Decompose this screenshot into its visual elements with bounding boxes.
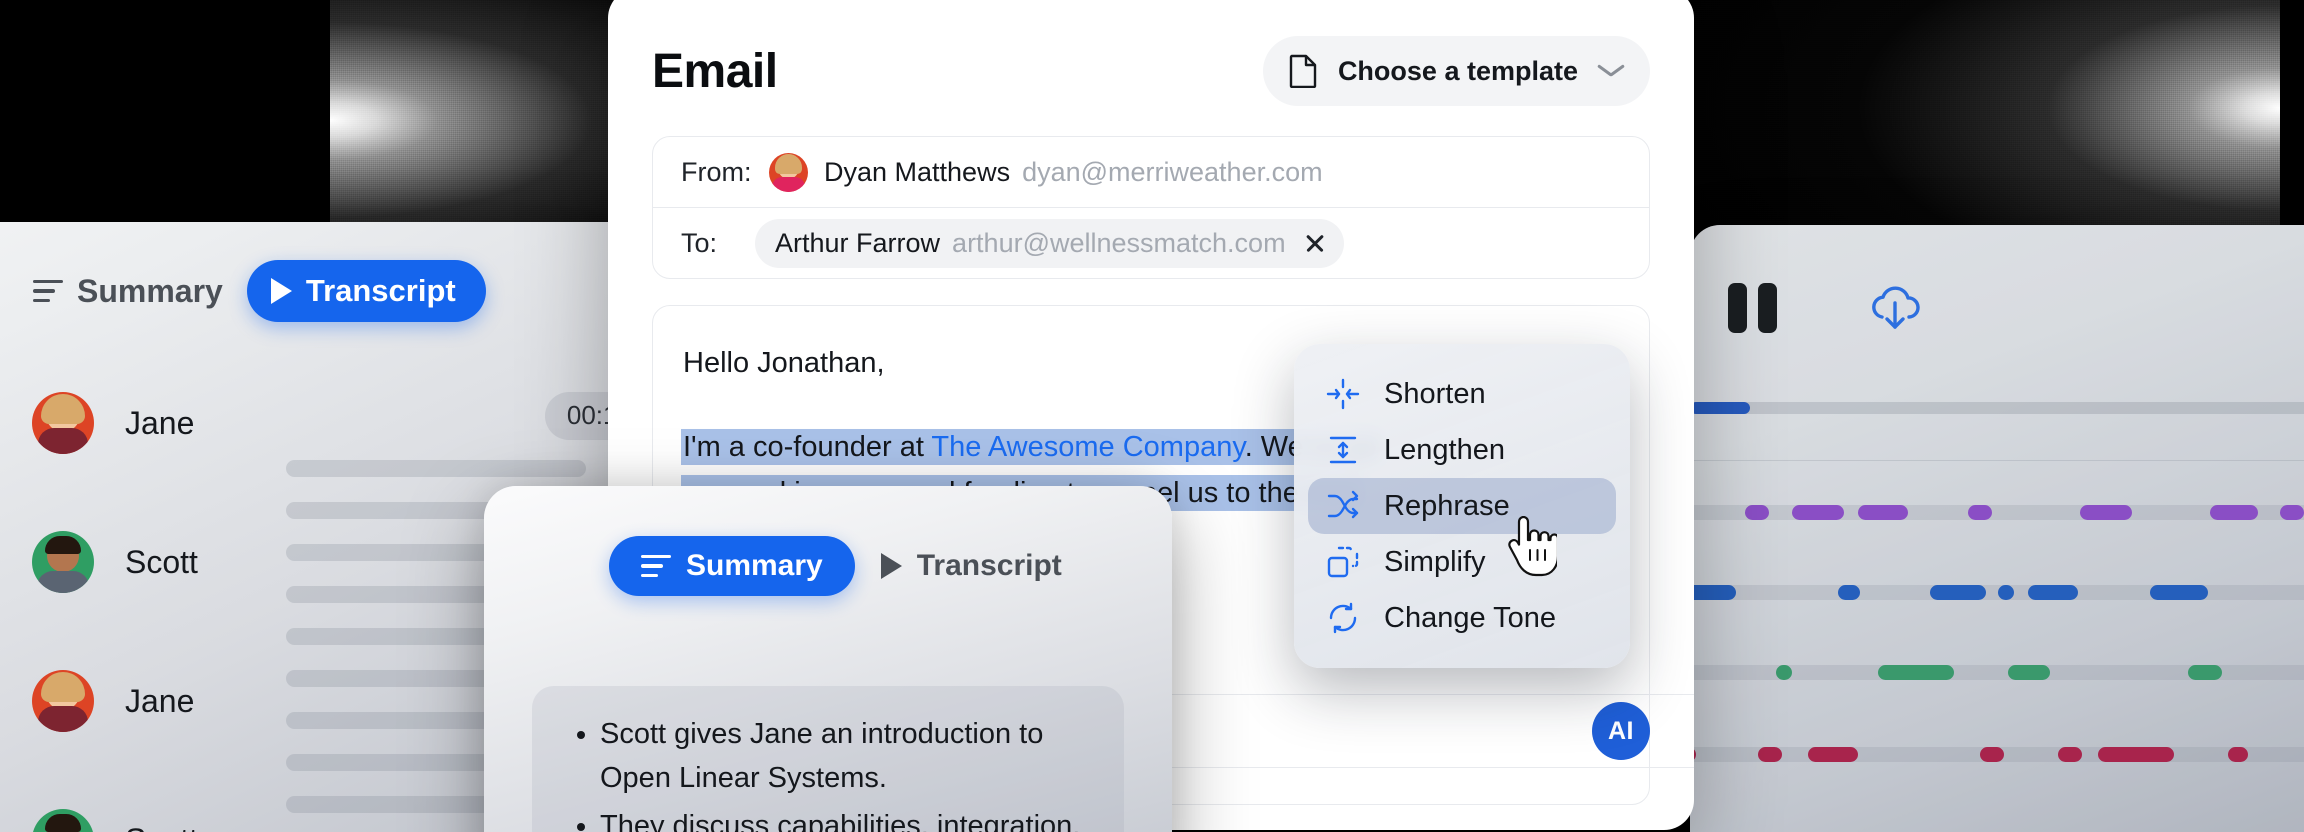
summary-card-tabs: Summary Transcript — [609, 536, 1062, 596]
menu-item-shorten[interactable]: Shorten — [1308, 366, 1616, 422]
change-tone-icon — [1326, 601, 1360, 635]
document-icon — [1289, 54, 1318, 88]
from-name: Dyan Matthews — [824, 156, 1011, 187]
lines-icon — [33, 280, 63, 302]
summary-list: Scott gives Jane an introduction to Open… — [566, 712, 1090, 832]
choose-template-label: Choose a template — [1337, 55, 1578, 86]
menu-item-label: Lengthen — [1384, 433, 1505, 466]
menu-item-simplify[interactable]: Simplify — [1308, 534, 1616, 590]
lengthen-icon — [1326, 433, 1360, 467]
tab-transcript-label: Transcript — [916, 549, 1062, 582]
company-link[interactable]: The Awesome Company — [931, 431, 1244, 463]
playback-progress-bar[interactable] — [1690, 402, 2304, 414]
speaker-track-purple[interactable] — [1690, 505, 2304, 520]
speaker-track-crimson[interactable] — [1690, 747, 2304, 762]
scott-avatar — [32, 809, 94, 832]
tab-transcript[interactable]: Transcript — [246, 260, 486, 322]
email-line-1: I'm a co-founder at The Awesome Company.… — [683, 431, 1381, 463]
email-header: Email Choose a template — [608, 0, 1694, 106]
chevron-down-icon — [1598, 64, 1624, 78]
tab-summary-label: Summary — [77, 272, 223, 309]
page-title: Email — [652, 44, 778, 98]
speaker-name: Scott — [125, 544, 198, 580]
rephrase-icon — [1326, 489, 1360, 523]
pause-icon[interactable] — [1728, 283, 1777, 333]
play-icon — [270, 278, 292, 304]
tab-summary[interactable]: Summary — [33, 273, 223, 310]
speaker-track-green[interactable] — [1690, 665, 2304, 680]
menu-item-label: Change Tone — [1384, 601, 1557, 634]
email-recipient-fields: From: Dyan Matthews dyan@merriweather.co… — [652, 136, 1650, 279]
tab-transcript[interactable]: Transcript — [880, 549, 1062, 583]
audio-timeline-panel — [1690, 225, 2304, 832]
ai-assist-button[interactable]: AI — [1592, 702, 1650, 760]
simplify-icon — [1326, 545, 1360, 579]
summary-card: Summary Transcript Scott gives Jane an i… — [484, 486, 1172, 832]
progress-fill — [1690, 402, 1750, 414]
recipient-chip[interactable]: Arthur Farrow arthur@wellnessmatch.com — [755, 218, 1344, 268]
speaker-name: Scott — [125, 809, 198, 832]
shorten-icon — [1326, 377, 1360, 411]
tab-summary-label: Summary — [686, 549, 823, 582]
pointer-hand-cursor — [1505, 515, 1560, 578]
to-name: Arthur Farrow — [775, 227, 941, 258]
menu-item-lengthen[interactable]: Lengthen — [1308, 422, 1616, 478]
play-icon — [880, 553, 902, 579]
cloud-download-icon[interactable] — [1868, 283, 1922, 333]
speaker-track-blue[interactable] — [1690, 585, 2304, 600]
close-icon[interactable] — [1304, 232, 1326, 254]
choose-template-button[interactable]: Choose a template — [1262, 36, 1650, 106]
to-label: To: — [681, 227, 718, 258]
dyan-avatar — [769, 152, 808, 192]
jane-avatar — [32, 392, 94, 454]
menu-item-change-tone[interactable]: Change Tone — [1308, 590, 1616, 646]
from-label: From: — [681, 156, 752, 187]
line1-pre: I'm a co-founder at — [683, 431, 932, 463]
menu-item-label: Simplify — [1384, 545, 1486, 578]
menu-item-label: Rephrase — [1384, 489, 1510, 522]
menu-item-rephrase[interactable]: Rephrase — [1308, 478, 1616, 534]
transcript-panel-tabs: Summary Transcript — [33, 260, 486, 322]
from-field-row[interactable]: From: Dyan Matthews dyan@merriweather.co… — [653, 137, 1649, 207]
summary-bullet-box: Scott gives Jane an introduction to Open… — [532, 686, 1124, 832]
ai-actions-menu: Shorten Lengthen Rephrase Simplify Chang… — [1294, 344, 1630, 668]
speaker-name: Jane — [125, 405, 195, 441]
menu-item-label: Shorten — [1384, 377, 1486, 410]
tab-summary-active[interactable]: Summary — [609, 536, 855, 596]
to-address: arthur@wellnessmatch.com — [952, 227, 1286, 258]
lines-icon — [641, 555, 671, 577]
from-address: dyan@merriweather.com — [1022, 156, 1323, 187]
list-item: They discuss capabilities, integration, … — [600, 804, 1090, 832]
jane-avatar — [32, 670, 94, 732]
screen: Summary Transcript Jane 00:11 Scott 01:0… — [0, 0, 2304, 832]
divider — [1690, 460, 2304, 461]
panel-overlay — [1690, 225, 2304, 832]
to-field-row[interactable]: To: Arthur Farrow arthur@wellnessmatch.c… — [653, 207, 1649, 278]
tab-transcript-label: Transcript — [305, 273, 456, 308]
list-item: Scott gives Jane an introduction to Open… — [600, 712, 1090, 800]
speaker-name: Jane — [125, 683, 195, 719]
scott-avatar — [32, 531, 94, 593]
